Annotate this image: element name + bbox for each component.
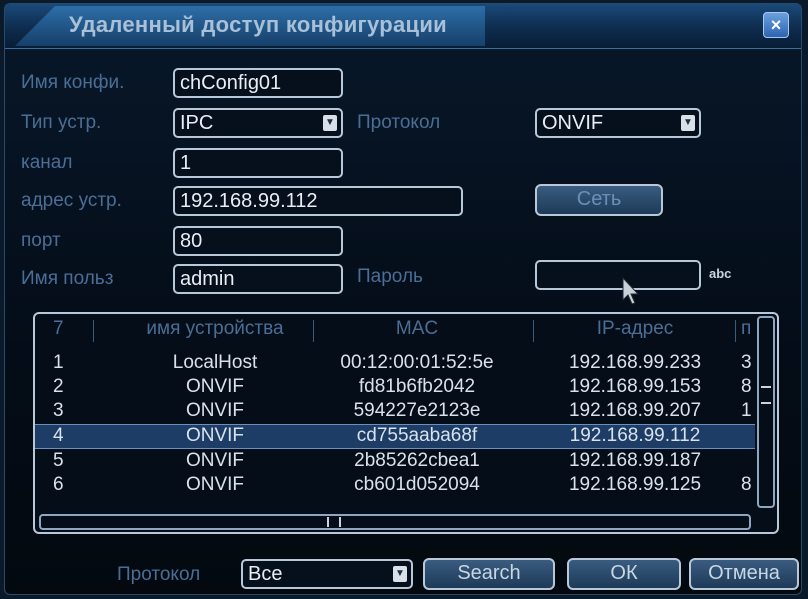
device-table: 7 имя устройства MAC IP-адрес п 1 LocalH…	[33, 312, 779, 534]
keyboard-mode-label[interactable]: abc	[709, 266, 731, 281]
ok-button[interactable]: ОК	[567, 558, 681, 590]
config-name-label: Имя конфи.	[21, 72, 125, 93]
row-count: 7	[53, 318, 64, 339]
device-address-field[interactable]: 192.168.99.112	[173, 186, 463, 216]
protocol-select[interactable]: ONVIF ▼	[535, 108, 701, 138]
column-divider	[313, 320, 314, 342]
close-icon: ×	[770, 14, 782, 35]
row-index: 6	[53, 474, 64, 494]
vertical-scrollbar[interactable]	[757, 316, 775, 508]
column-header-name[interactable]: имя устройства	[105, 318, 325, 340]
device-name: ONVIF	[185, 425, 245, 446]
row-index: 2	[53, 376, 64, 397]
chevron-down-icon: ▼	[323, 115, 337, 131]
device-type-label: Тип устр.	[21, 112, 102, 133]
mouse-cursor-icon	[622, 276, 640, 305]
device-port: 8	[741, 376, 752, 397]
column-divider	[93, 320, 94, 342]
device-type-value: IPC	[180, 112, 214, 134]
device-address-label: адрес устр.	[21, 190, 122, 211]
channel-label: канал	[21, 152, 73, 173]
protocol-label: Протокол	[357, 112, 441, 133]
table-row[interactable]: 2 ONVIF fd81b6fb2042 192.168.99.153 8	[35, 376, 755, 399]
password-label: Пароль	[357, 266, 423, 287]
search-button[interactable]: Search	[423, 558, 555, 590]
title-bar: Удаленный доступ конфигурации ×	[5, 4, 801, 49]
device-port: 8	[741, 474, 752, 494]
vertical-scroll-thumb[interactable]	[761, 386, 771, 404]
row-index: 1	[53, 352, 64, 373]
config-name-field[interactable]: chConfig01	[173, 68, 343, 98]
port-field[interactable]: 80	[173, 226, 343, 256]
device-ip: 192.168.99.112	[569, 425, 701, 446]
table-row[interactable]: 5 ONVIF 2b85262cbea1 192.168.99.187	[35, 450, 755, 473]
table-row[interactable]: 1 LocalHost 00:12:00:01:52:5e 192.168.99…	[35, 352, 755, 375]
port-label: порт	[21, 230, 61, 251]
cancel-button[interactable]: Отмена	[689, 558, 799, 590]
device-mac: cd755aaba68f	[356, 425, 478, 446]
username-label: Имя польз	[21, 268, 114, 289]
config-dialog: Удаленный доступ конфигурации × Имя конф…	[4, 3, 802, 595]
device-mac: fd81b6fb2042	[358, 376, 476, 397]
device-ip: 192.168.99.125	[568, 474, 702, 494]
row-index: 3	[53, 400, 64, 421]
horizontal-scrollbar[interactable]	[39, 514, 751, 530]
device-type-select[interactable]: IPC ▼	[173, 108, 343, 138]
device-port: 1	[741, 400, 752, 421]
device-port: 3	[741, 352, 752, 373]
device-ip: 192.168.99.207	[568, 400, 702, 421]
device-name: ONVIF	[185, 450, 245, 471]
device-name: ONVIF	[185, 474, 245, 494]
device-name: LocalHost	[172, 352, 258, 373]
table-header: 7 имя устройства MAC IP-адрес п	[35, 318, 755, 342]
footer-protocol-label: Протокол	[117, 564, 201, 585]
set-button[interactable]: Сеть	[535, 184, 663, 216]
device-ip: 192.168.99.187	[568, 450, 702, 471]
device-mac: cb601d052094	[354, 474, 480, 494]
device-name: ONVIF	[185, 400, 245, 421]
device-ip: 192.168.99.153	[568, 376, 702, 397]
device-mac: 594227e2123e	[353, 400, 481, 421]
chevron-down-icon: ▼	[393, 566, 407, 582]
row-index: 4	[53, 425, 64, 446]
protocol-value: ONVIF	[542, 112, 604, 134]
footer-protocol-value: Все	[248, 563, 283, 585]
password-field[interactable]	[535, 260, 701, 290]
username-field[interactable]: admin	[173, 264, 343, 294]
channel-field[interactable]: 1	[173, 148, 343, 178]
table-row[interactable]: 6 ONVIF cb601d052094 192.168.99.125 8	[35, 474, 755, 494]
footer-protocol-select[interactable]: Все ▼	[241, 559, 413, 589]
device-mac: 00:12:00:01:52:5e	[340, 352, 494, 373]
horizontal-scroll-thumb[interactable]	[327, 517, 341, 527]
device-name: ONVIF	[185, 376, 245, 397]
column-header-mac[interactable]: MAC	[307, 318, 527, 340]
column-header-port[interactable]: п	[741, 318, 751, 340]
column-divider	[533, 320, 534, 342]
table-row[interactable]: 3 ONVIF 594227e2123e 192.168.99.207 1	[35, 400, 755, 423]
row-index: 5	[53, 450, 64, 471]
close-button[interactable]: ×	[763, 12, 789, 38]
device-ip: 192.168.99.233	[568, 352, 702, 373]
device-mac: 2b85262cbea1	[354, 450, 480, 471]
column-divider	[735, 320, 736, 342]
column-header-ip[interactable]: IP-адрес	[535, 318, 735, 340]
dialog-title: Удаленный доступ конфигурации	[69, 12, 448, 37]
table-row-selected[interactable]: 4 ONVIF cd755aaba68f 192.168.99.112	[35, 424, 755, 449]
chevron-down-icon: ▼	[681, 115, 695, 131]
